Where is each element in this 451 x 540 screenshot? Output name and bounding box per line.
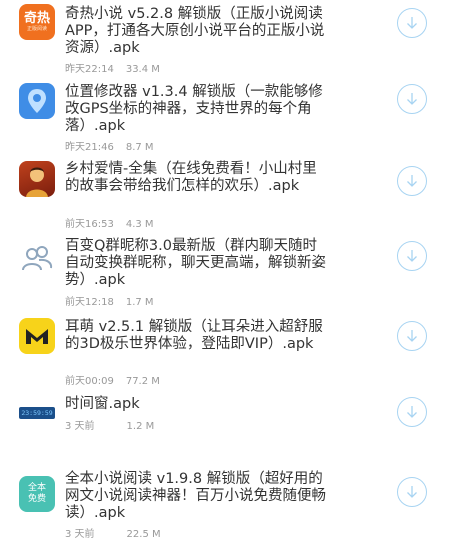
- two-people-icon: [22, 246, 53, 271]
- download-button[interactable]: [397, 397, 427, 427]
- file-time: 3 天前: [65, 421, 95, 432]
- village-drama-app-icon: [19, 161, 55, 197]
- location-pin-app-icon: [19, 83, 55, 119]
- download-button[interactable]: [397, 241, 427, 271]
- file-meta: 3 天前 1.2 M: [65, 417, 154, 432]
- file-size: 8.7 M: [125, 142, 154, 153]
- download-arrow-icon: [407, 17, 417, 29]
- list-item[interactable]: 23:59:59 时间窗.apk 3 天前 1.2 M: [0, 395, 451, 475]
- list-item[interactable]: 乡村爱情-全集（在线免费看！小山村里的故事会带给我们怎样的欢乐）.apk 前天1…: [0, 155, 451, 235]
- file-title[interactable]: 位置修改器 v1.3.4 解锁版（一款能够修改GPS坐标的神器，支持世界的每个角…: [65, 84, 327, 135]
- download-button[interactable]: [397, 84, 427, 114]
- file-size: 4.3 M: [125, 219, 154, 230]
- contacts-app-icon: [19, 240, 55, 276]
- download-button[interactable]: [397, 166, 427, 196]
- file-size: 1.2 M: [126, 421, 155, 432]
- qire-app-icon: 奇热 正版阅读: [19, 4, 55, 40]
- file-time: 昨天22:14: [65, 64, 114, 75]
- clock-app-icon: 23:59:59: [19, 395, 55, 431]
- list-item[interactable]: 耳萌 v2.5.1 解锁版（让耳朵进入超舒服的3D极乐世界体验，登陆即VIP）.…: [0, 315, 451, 395]
- file-meta: 前天12:18 1.7 M: [65, 293, 154, 308]
- file-size: 77.2 M: [125, 376, 160, 387]
- file-time: 前天12:18: [65, 297, 114, 308]
- file-time: 前天16:53: [65, 219, 114, 230]
- ermeng-logo-icon: [26, 329, 48, 344]
- list-item[interactable]: 奇热 正版阅读 奇热小说 v5.2.8 解锁版（正版小说阅读APP，打通各大原创…: [0, 0, 451, 80]
- location-pin-icon: [28, 89, 46, 113]
- file-meta: 昨天21:46 8.7 M: [65, 138, 154, 153]
- download-button[interactable]: [397, 8, 427, 38]
- file-meta: 前天16:53 4.3 M: [65, 215, 154, 230]
- list-item[interactable]: 百变Q群昵称3.0最新版（群内聊天随时自动变换群昵称，聊天更高端，解锁新姿势）.…: [0, 235, 451, 315]
- character-portrait-icon: [26, 167, 48, 197]
- file-title[interactable]: 耳萌 v2.5.1 解锁版（让耳朵进入超舒服的3D极乐世界体验，登陆即VIP）.…: [65, 319, 327, 353]
- download-arrow-icon: [407, 250, 417, 262]
- list-item[interactable]: 位置修改器 v1.3.4 解锁版（一款能够修改GPS坐标的神器，支持世界的每个角…: [0, 80, 451, 155]
- file-size: 33.4 M: [125, 64, 160, 75]
- file-meta: 前天00:09 77.2 M: [65, 372, 160, 387]
- file-time: 前天00:09: [65, 376, 114, 387]
- file-title[interactable]: 全本小说阅读 v1.9.8 解锁版（超好用的网文小说阅读神器！百万小说免费随便畅…: [65, 471, 327, 522]
- file-time: 3 天前: [65, 529, 95, 540]
- list-item[interactable]: 全本 免费 全本小说阅读 v1.9.8 解锁版（超好用的网文小说阅读神器！百万小…: [0, 470, 451, 540]
- icon-label: 奇热: [23, 10, 50, 26]
- quanben-reader-app-icon: 全本 免费: [19, 476, 55, 512]
- file-title[interactable]: 奇热小说 v5.2.8 解锁版（正版小说阅读APP，打通各大原创小说平台的正版小…: [65, 6, 327, 57]
- file-title[interactable]: 百变Q群昵称3.0最新版（群内聊天随时自动变换群昵称，聊天更高端，解锁新姿势）.…: [65, 238, 327, 289]
- download-arrow-icon: [407, 486, 417, 498]
- download-button[interactable]: [397, 321, 427, 351]
- icon-label: 全本: [27, 483, 46, 493]
- download-arrow-icon: [407, 330, 417, 342]
- download-arrow-icon: [407, 93, 417, 105]
- file-title[interactable]: 时间窗.apk: [65, 396, 327, 413]
- download-arrow-icon: [407, 175, 417, 187]
- icon-sublabel: 正版阅读: [26, 25, 47, 32]
- file-size: 22.5 M: [126, 529, 161, 540]
- file-title[interactable]: 乡村爱情-全集（在线免费看！小山村里的故事会带给我们怎样的欢乐）.apk: [65, 161, 327, 195]
- file-meta: 3 天前 22.5 M: [65, 525, 161, 540]
- file-size: 1.7 M: [125, 297, 154, 308]
- download-button[interactable]: [397, 477, 427, 507]
- clock-digits: 23:59:59: [19, 407, 55, 419]
- file-list: 奇热 正版阅读 奇热小说 v5.2.8 解锁版（正版小说阅读APP，打通各大原创…: [0, 0, 451, 540]
- download-arrow-icon: [407, 406, 417, 418]
- file-time: 昨天21:46: [65, 142, 114, 153]
- ermeng-app-icon: [19, 318, 55, 354]
- icon-sublabel: 免费: [27, 494, 46, 504]
- file-meta: 昨天22:14 33.4 M: [65, 60, 160, 75]
